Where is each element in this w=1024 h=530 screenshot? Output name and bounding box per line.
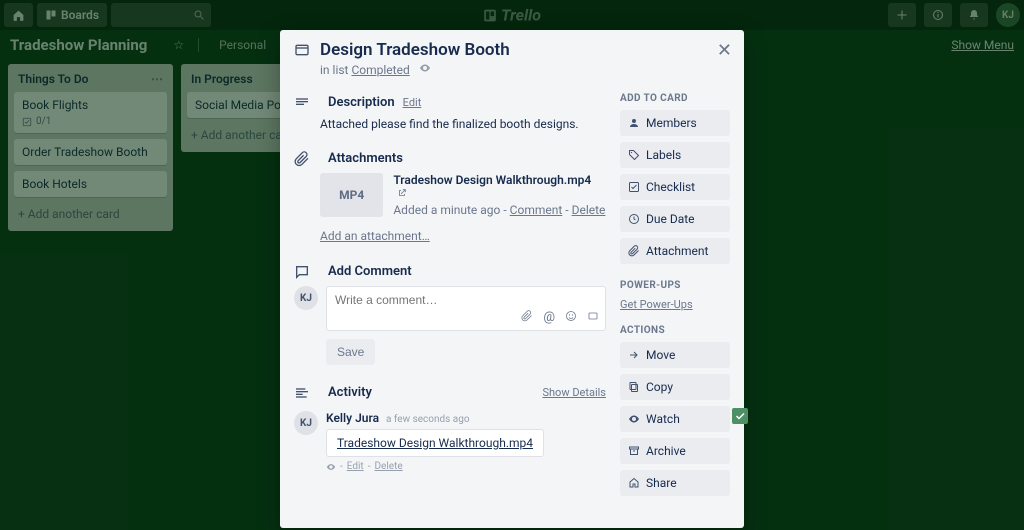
- copy-button[interactable]: Copy: [620, 374, 730, 400]
- activity-heading: Activity: [328, 385, 372, 400]
- attachments-heading: Attachments: [328, 151, 403, 166]
- card-list-meta: in list Completed: [320, 62, 730, 77]
- archive-button[interactable]: Archive: [620, 438, 730, 464]
- copy-icon: [628, 381, 640, 393]
- card-tool-icon[interactable]: [587, 310, 599, 326]
- move-button[interactable]: Move: [620, 342, 730, 368]
- attachment-button[interactable]: Attachment: [620, 238, 730, 264]
- comment-box[interactable]: @: [326, 286, 606, 331]
- attachment-comment-link[interactable]: Comment: [510, 203, 563, 217]
- labels-button[interactable]: Labels: [620, 142, 730, 168]
- members-icon: [628, 117, 640, 129]
- commenter-avatar: KJ: [294, 286, 318, 310]
- close-icon[interactable]: ✕: [717, 40, 732, 61]
- add-to-card-heading: Add to card: [620, 93, 730, 104]
- activity-time: a few seconds ago: [386, 414, 470, 425]
- list-link[interactable]: Completed: [351, 63, 409, 77]
- description-heading: Description: [328, 95, 395, 110]
- emoji-tool-icon[interactable]: [565, 310, 577, 326]
- open-external-icon[interactable]: [397, 187, 407, 201]
- description-text[interactable]: Attached please find the finalized booth…: [320, 117, 606, 131]
- watching-check-icon: [732, 408, 748, 424]
- comment-icon: [294, 262, 320, 280]
- activity-avatar: KJ: [294, 411, 318, 435]
- attachment-time: Added a minute ago: [393, 203, 500, 217]
- activity-delete-link[interactable]: Delete: [374, 461, 402, 472]
- watch-icon[interactable]: [419, 63, 431, 77]
- labels-icon: [628, 149, 640, 161]
- attach-tool-icon[interactable]: [521, 310, 533, 326]
- attachment-side-icon: [628, 245, 640, 257]
- card-icon: [294, 40, 320, 77]
- card-modal: ✕ Design Tradeshow Booth in list Complet…: [280, 30, 744, 528]
- due-date-button[interactable]: Due Date: [620, 206, 730, 232]
- activity-attachment-bubble[interactable]: Tradeshow Design Walkthrough.mp4: [326, 429, 544, 457]
- archive-icon: [628, 445, 640, 457]
- watch-button[interactable]: Watch: [620, 406, 730, 432]
- description-icon: [294, 93, 320, 111]
- share-icon: [628, 477, 640, 489]
- checklist-button[interactable]: Checklist: [620, 174, 730, 200]
- attachment-icon: [294, 149, 320, 167]
- powerups-heading: Power-Ups: [620, 280, 730, 291]
- checklist-icon: [628, 181, 640, 193]
- mention-tool-icon[interactable]: @: [543, 310, 555, 326]
- activity-edit-link[interactable]: Edit: [347, 461, 364, 472]
- arrow-right-icon: [628, 349, 640, 361]
- card-title[interactable]: Design Tradeshow Booth: [320, 40, 730, 60]
- share-button[interactable]: Share: [620, 470, 730, 496]
- actions-heading: Actions: [620, 325, 730, 336]
- clock-icon: [628, 213, 640, 225]
- comment-input[interactable]: [335, 293, 597, 307]
- reply-icon[interactable]: [326, 462, 336, 472]
- add-attachment-link[interactable]: Add an attachment…: [320, 229, 430, 243]
- activity-icon: [294, 383, 320, 401]
- attachment-delete-link[interactable]: Delete: [572, 203, 606, 217]
- members-button[interactable]: Members: [620, 110, 730, 136]
- attachment-name[interactable]: Tradeshow Design Walkthrough.mp4: [393, 173, 591, 187]
- add-comment-heading: Add Comment: [328, 264, 412, 279]
- attachment-thumbnail[interactable]: MP4: [320, 173, 383, 217]
- show-details-link[interactable]: Show Details: [542, 386, 606, 399]
- get-powerups-link[interactable]: Get Power-Ups: [620, 298, 693, 311]
- eye-icon: [628, 413, 640, 425]
- activity-author: Kelly Jura: [326, 411, 379, 425]
- save-comment-button[interactable]: Save: [326, 339, 375, 365]
- edit-description-link[interactable]: Edit: [403, 96, 422, 109]
